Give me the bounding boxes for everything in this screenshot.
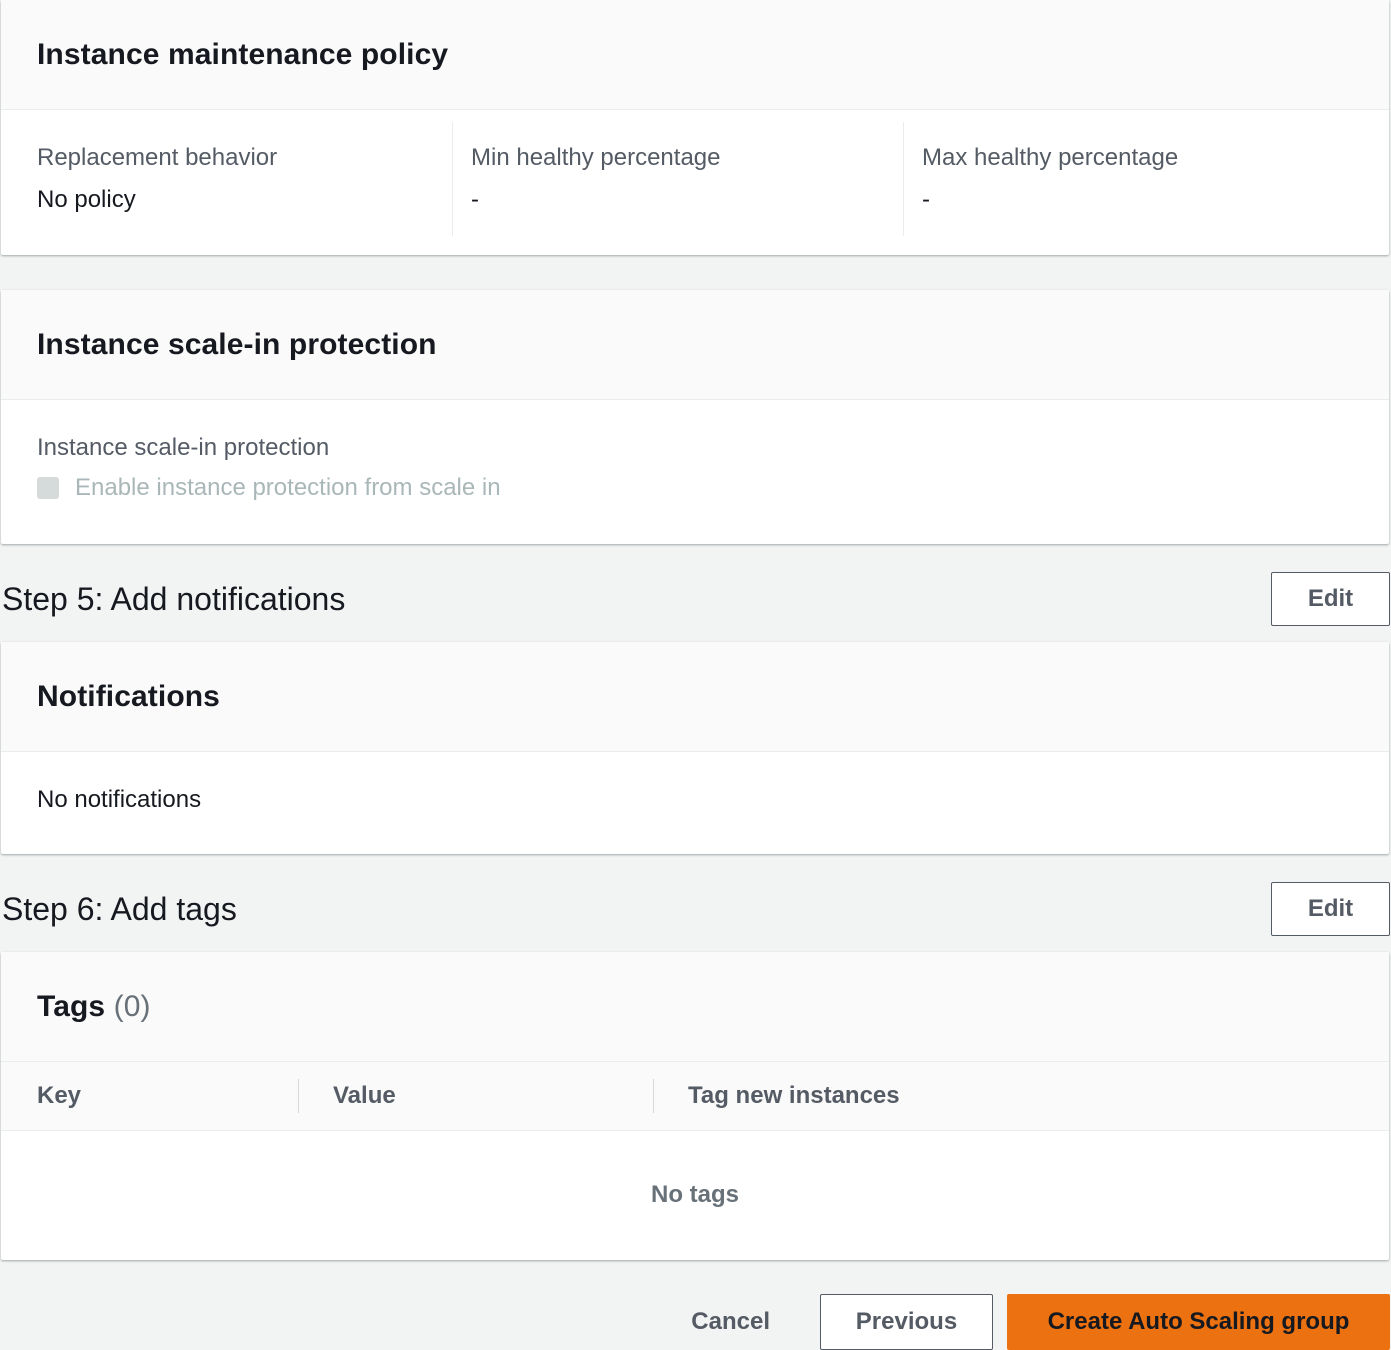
step6-edit-button[interactable]: Edit (1271, 882, 1390, 936)
replacement-behavior-value: No policy (37, 186, 136, 213)
tags-header: Tags (0) (1, 952, 1389, 1062)
step6-heading: Step 6: Add tags (2, 890, 237, 927)
maintenance-policy-panel: Instance maintenance policy Replacement … (1, 0, 1389, 255)
scale-in-protection-checkbox-row: Enable instance protection from scale in (37, 474, 1389, 502)
scale-in-protection-title: Instance scale-in protection (37, 327, 437, 361)
column-header-value: Value (298, 1079, 653, 1113)
maintenance-policy-fields: Replacement behavior No policy Min healt… (1, 110, 1389, 254)
column-header-tag-new-instances: Tag new instances (653, 1079, 900, 1113)
previous-button[interactable]: Previous (820, 1294, 993, 1350)
scale-in-protection-header: Instance scale-in protection (1, 290, 1389, 400)
tags-count: (0) (113, 989, 151, 1023)
tags-table-header: Key Value Tag new instances (1, 1062, 1389, 1131)
wizard-footer-actions: Cancel Previous Create Auto Scaling grou… (665, 1294, 1390, 1350)
tags-title-text: Tags (37, 989, 106, 1023)
column-header-key: Key (37, 1082, 82, 1109)
max-healthy-percentage-value: - (922, 186, 930, 213)
tags-panel: Tags (0) Key Value Tag new instances No … (1, 952, 1389, 1260)
max-healthy-percentage-label: Max healthy percentage (922, 144, 1179, 171)
scale-in-protection-checkbox-label: Enable instance protection from scale in (75, 474, 501, 501)
maintenance-policy-header: Instance maintenance policy (1, 0, 1389, 110)
notifications-empty-text: No notifications (37, 786, 202, 813)
step5-heading: Step 5: Add notifications (2, 580, 346, 617)
step5-edit-button[interactable]: Edit (1271, 572, 1390, 626)
scale-in-protection-body: Instance scale-in protection Enable inst… (1, 400, 1389, 543)
tags-empty-row: No tags (650, 1181, 739, 1208)
step6-header: Step 6: Add tags Edit (2, 880, 1390, 938)
tags-title: Tags (0) (37, 990, 151, 1024)
min-healthy-percentage-field: Min healthy percentage - (452, 122, 903, 236)
replacement-behavior-field: Replacement behavior No policy (1, 122, 452, 236)
cancel-button[interactable]: Cancel (665, 1295, 796, 1349)
step5-header: Step 5: Add notifications Edit (2, 570, 1390, 628)
notifications-panel: Notifications No notifications (1, 642, 1389, 854)
notifications-header: Notifications (1, 642, 1389, 752)
maintenance-policy-title: Instance maintenance policy (37, 37, 449, 71)
scale-in-protection-panel: Instance scale-in protection Instance sc… (1, 290, 1389, 544)
max-healthy-percentage-field: Max healthy percentage - (903, 122, 1354, 236)
min-healthy-percentage-value: - (471, 186, 479, 213)
create-auto-scaling-group-button[interactable]: Create Auto Scaling group (1007, 1294, 1390, 1350)
scale-in-protection-label: Instance scale-in protection (37, 434, 330, 461)
replacement-behavior-label: Replacement behavior (37, 144, 278, 171)
notifications-title: Notifications (37, 679, 220, 713)
scale-in-protection-checkbox (37, 477, 59, 499)
min-healthy-percentage-label: Min healthy percentage (471, 144, 721, 171)
